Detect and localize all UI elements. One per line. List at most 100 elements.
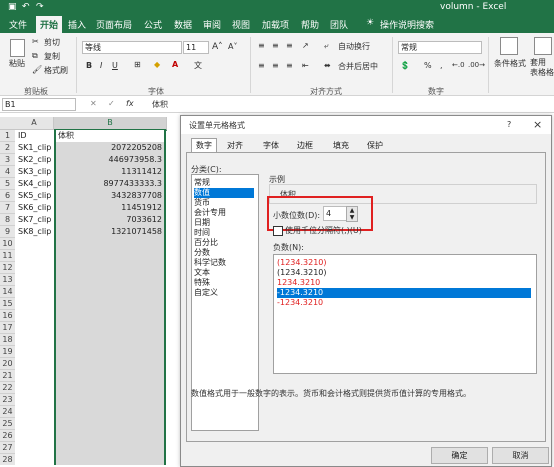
tab-formulas[interactable]: 公式 xyxy=(144,17,162,32)
border-icon[interactable]: ⊞ xyxy=(134,60,141,69)
tab-review[interactable]: 审阅 xyxy=(203,17,221,32)
column-header-b[interactable]: B xyxy=(54,117,167,131)
undo-icon[interactable]: ↶ xyxy=(22,2,30,12)
row-header[interactable]: 2 xyxy=(0,142,15,154)
row-header[interactable]: 21 xyxy=(0,370,15,382)
column-header-a[interactable]: A xyxy=(15,117,54,130)
negative-format-item[interactable]: (1234.3210) xyxy=(277,268,531,278)
row-header[interactable]: 13 xyxy=(0,274,15,286)
close-button[interactable]: × xyxy=(533,118,542,131)
category-item[interactable]: 百分比 xyxy=(194,238,254,248)
currency-icon[interactable]: 💲 xyxy=(400,61,410,70)
redo-icon[interactable]: ↷ xyxy=(36,2,44,12)
number-format-select[interactable]: 常规 xyxy=(398,41,482,54)
row-header[interactable]: 3 xyxy=(0,154,15,166)
tab-data[interactable]: 数据 xyxy=(174,17,192,32)
row-header[interactable]: 28 xyxy=(0,454,15,465)
cell-a[interactable]: SK5_clip xyxy=(18,190,51,201)
tab-border[interactable]: 边框 xyxy=(293,139,317,152)
percent-icon[interactable]: % xyxy=(424,61,432,70)
row-header[interactable]: 22 xyxy=(0,382,15,394)
negative-format-item[interactable]: (1234.3210) xyxy=(277,258,531,268)
align-middle-icon[interactable]: ≡ xyxy=(272,41,279,50)
align-right-icon[interactable]: ≡ xyxy=(286,61,293,70)
cell-b[interactable]: 2072205208 xyxy=(58,142,162,153)
orientation-icon[interactable]: ↗ xyxy=(302,41,309,50)
table-format-icon[interactable] xyxy=(534,37,552,55)
cell-b[interactable]: 446973958.3 xyxy=(58,154,162,165)
cell-a[interactable]: SK7_clip xyxy=(18,214,51,225)
tab-insert[interactable]: 插入 xyxy=(68,17,86,32)
italic-icon[interactable]: I xyxy=(100,61,102,70)
tab-page-layout[interactable]: 页面布局 xyxy=(96,17,132,32)
row-header[interactable]: 16 xyxy=(0,310,15,322)
align-left-icon[interactable]: ≡ xyxy=(258,61,265,70)
comma-icon[interactable]: , xyxy=(440,61,443,70)
paste-button[interactable]: 粘贴 xyxy=(9,58,25,69)
conditional-format-button[interactable]: 条件格式 xyxy=(494,58,526,69)
category-item[interactable]: 时间 xyxy=(194,228,254,238)
increase-decimal-icon[interactable]: ←.0 xyxy=(452,61,465,69)
tab-addins[interactable]: 加载项 xyxy=(262,17,289,32)
row-header[interactable]: 8 xyxy=(0,214,15,226)
tab-view[interactable]: 视图 xyxy=(232,17,250,32)
negative-format-item[interactable]: 1234.3210 xyxy=(277,278,531,288)
cell-b[interactable]: 3432837708 xyxy=(58,190,162,201)
grow-font-icon[interactable]: A˄ xyxy=(212,42,223,52)
category-item[interactable]: 货币 xyxy=(194,198,254,208)
cell-b[interactable]: 7033612 xyxy=(58,214,162,225)
formula-input[interactable]: 体积 xyxy=(152,99,168,110)
row-header[interactable]: 17 xyxy=(0,322,15,334)
indent-icon[interactable]: ⇤ xyxy=(302,61,309,70)
table-format-button[interactable]: 套用 表格格式 xyxy=(530,58,554,78)
autosave-icon[interactable]: ▣ xyxy=(8,2,17,12)
tab-home[interactable]: 开始 xyxy=(36,16,63,33)
row-header[interactable]: 6 xyxy=(0,190,15,202)
name-box[interactable]: B1 xyxy=(2,98,76,111)
row-header[interactable]: 5 xyxy=(0,178,15,190)
fill-color-icon[interactable]: ◆ xyxy=(154,60,160,69)
tell-me-search[interactable]: 操作说明搜索 xyxy=(380,17,434,32)
row-header[interactable]: 4 xyxy=(0,166,15,178)
row-header[interactable]: 10 xyxy=(0,238,15,250)
merge-center-button[interactable]: 合并后居中 xyxy=(338,61,378,72)
copy-icon[interactable]: ⧉ xyxy=(32,51,38,61)
cell-a[interactable]: ID xyxy=(18,130,27,141)
cancel-button[interactable]: 取消 xyxy=(492,447,549,464)
category-item[interactable]: 日期 xyxy=(194,218,254,228)
row-header[interactable]: 11 xyxy=(0,250,15,262)
tab-file[interactable]: 文件 xyxy=(9,17,27,32)
merge-icon[interactable]: ⬌ xyxy=(324,61,331,70)
category-item[interactable]: 数值 xyxy=(194,188,254,198)
tab-help[interactable]: 帮助 xyxy=(301,17,319,32)
cell-b[interactable]: 8977433333.3 xyxy=(58,178,162,189)
tab-alignment[interactable]: 对齐 xyxy=(223,139,247,152)
row-header[interactable]: 26 xyxy=(0,430,15,442)
wrap-text-button[interactable]: 自动换行 xyxy=(338,41,370,52)
format-painter-button[interactable]: 格式刷 xyxy=(44,65,68,76)
decrease-decimal-icon[interactable]: .00→ xyxy=(468,61,485,69)
category-item[interactable]: 会计专用 xyxy=(194,208,254,218)
category-item[interactable]: 科学记数 xyxy=(194,258,254,268)
cut-button[interactable]: 剪切 xyxy=(44,37,60,48)
cell-a[interactable]: SK8_clip xyxy=(18,226,51,237)
row-header[interactable]: 20 xyxy=(0,358,15,370)
cell-b[interactable]: 体积 xyxy=(58,130,74,141)
category-item[interactable]: 特殊 xyxy=(194,278,254,288)
cell-b[interactable]: 11451912 xyxy=(58,202,162,213)
copy-button[interactable]: 复制 xyxy=(44,51,60,62)
confirm-edit-icon[interactable]: ✓ xyxy=(108,99,115,108)
scissors-icon[interactable]: ✂ xyxy=(32,37,39,46)
cancel-edit-icon[interactable]: ✕ xyxy=(90,99,97,108)
tab-fill[interactable]: 填充 xyxy=(329,139,353,152)
category-item[interactable]: 自定义 xyxy=(194,288,254,298)
font-color-icon[interactable]: A xyxy=(172,60,178,69)
negative-format-item[interactable]: -1234.3210 xyxy=(277,288,531,298)
conditional-format-icon[interactable] xyxy=(500,37,518,55)
tab-font[interactable]: 字体 xyxy=(259,139,283,152)
category-item[interactable]: 分数 xyxy=(194,248,254,258)
cell-a[interactable]: SK1_clip xyxy=(18,142,51,153)
thousands-separator-checkbox[interactable] xyxy=(273,226,283,236)
row-header[interactable]: 15 xyxy=(0,298,15,310)
row-header[interactable]: 18 xyxy=(0,334,15,346)
